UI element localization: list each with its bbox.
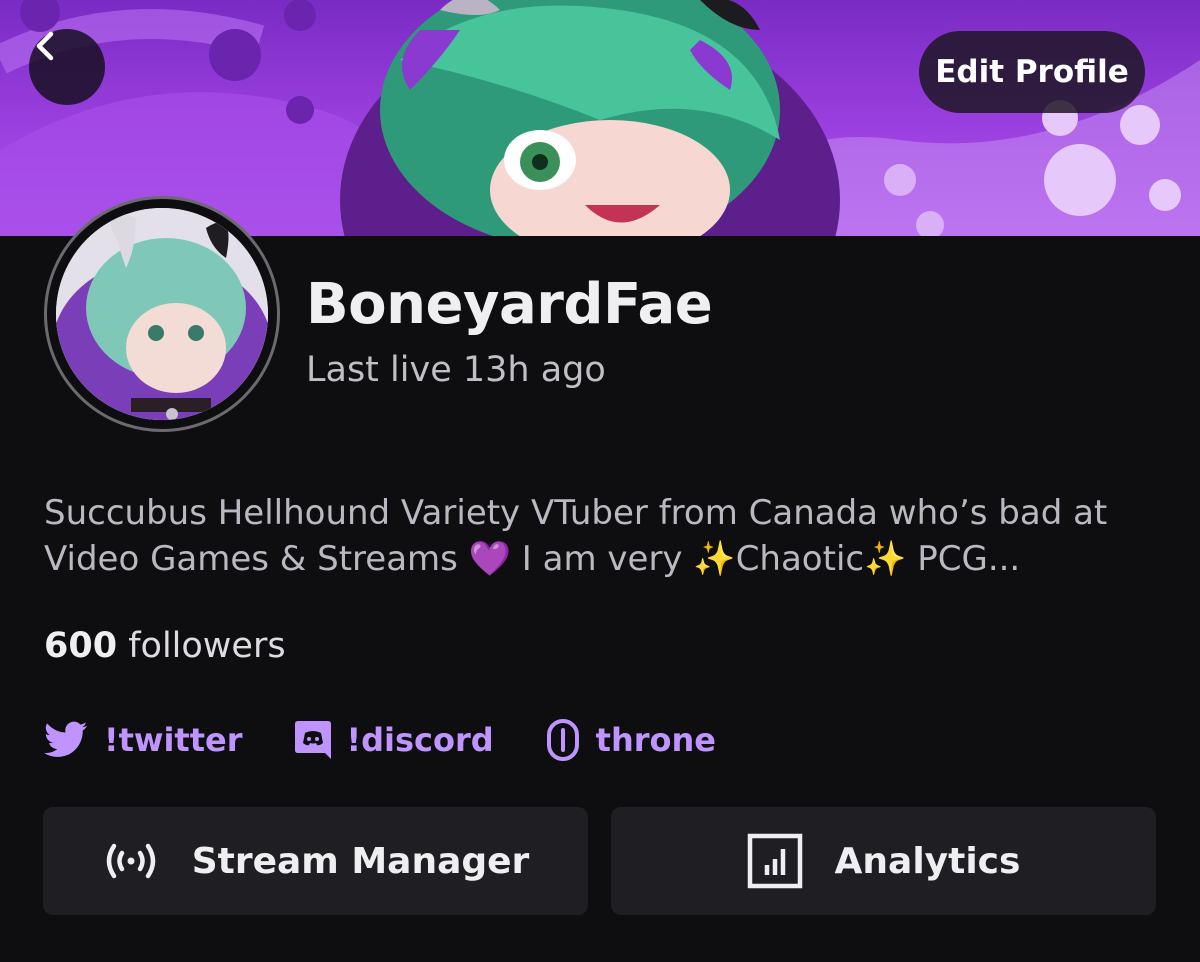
chevron-left-icon xyxy=(36,31,54,61)
throne-link-icon xyxy=(546,718,580,762)
avatar-image xyxy=(56,208,268,420)
twitter-bird-icon xyxy=(44,721,88,759)
channel-name: BoneyardFae xyxy=(306,272,713,337)
stream-manager-label: Stream Manager xyxy=(191,840,530,882)
follower-count: 600 followers xyxy=(44,626,286,666)
link-throne[interactable]: throne xyxy=(546,718,716,762)
social-links: !twitter !discord throne xyxy=(44,712,768,768)
follower-count-label: followers xyxy=(128,626,286,666)
link-throne-label: throne xyxy=(595,721,716,759)
avatar[interactable] xyxy=(44,196,280,432)
link-twitter-label: !twitter xyxy=(104,721,243,759)
link-discord[interactable]: !discord xyxy=(294,721,494,759)
stream-manager-button[interactable]: Stream Manager xyxy=(43,807,588,915)
channel-bio[interactable]: Succubus Hellhound Variety VTuber from C… xyxy=(44,490,1164,582)
last-live-status: Last live 13h ago xyxy=(306,350,606,390)
back-button[interactable] xyxy=(29,29,105,105)
analytics-label: Analytics xyxy=(834,840,1021,882)
analytics-button[interactable]: Analytics xyxy=(611,807,1156,915)
edit-profile-button[interactable]: Edit Profile xyxy=(919,31,1145,113)
link-discord-label: !discord xyxy=(346,721,494,759)
discord-icon xyxy=(294,721,331,759)
link-twitter[interactable]: !twitter xyxy=(44,721,243,759)
follower-count-value: 600 xyxy=(44,626,118,666)
bar-chart-icon xyxy=(747,833,803,889)
broadcast-icon xyxy=(102,841,160,881)
